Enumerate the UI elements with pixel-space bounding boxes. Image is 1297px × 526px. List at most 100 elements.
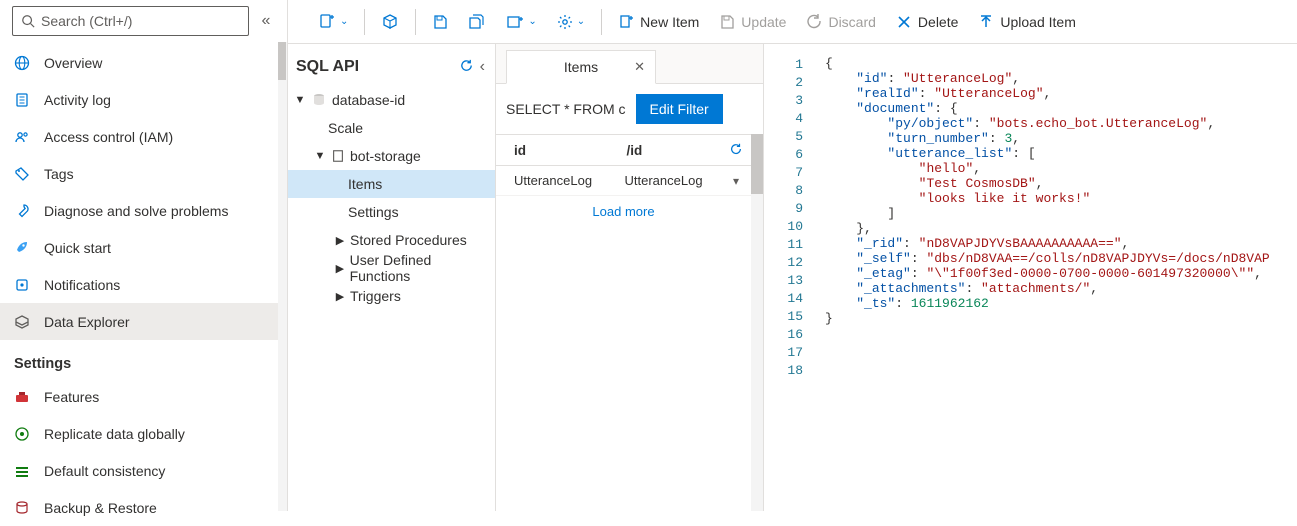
tree-db-label: database-id (332, 92, 405, 108)
save-all-button[interactable] (458, 3, 496, 41)
items-scrollbar[interactable] (751, 134, 763, 511)
tree-triggers[interactable]: ▶Triggers (288, 282, 495, 310)
new-dropdown-button[interactable]: ⌄ (308, 3, 358, 41)
tab-label: Items (564, 59, 598, 75)
column-header-id[interactable]: id (496, 143, 609, 158)
sidebar-item-label: Overview (44, 55, 102, 71)
save-icon (432, 14, 448, 30)
tree-collapse-button[interactable]: ‹ (478, 58, 487, 76)
tab-bar: Items ✕ (496, 44, 763, 84)
globe-icon (14, 55, 36, 71)
toolbar: ⌄ ⌄ ⌄ New Item Update (288, 0, 1297, 44)
tree-sproc-label: Stored Procedures (350, 232, 467, 248)
sidebar-item-diagnose[interactable]: Diagnose and solve problems (0, 192, 287, 229)
sidebar-item-label: Access control (IAM) (44, 129, 173, 145)
wrench-icon (14, 203, 36, 219)
sidebar-item-tags[interactable]: Tags (0, 155, 287, 192)
sidebar-item-overview[interactable]: Overview (0, 44, 287, 81)
sidebar-item-consistency[interactable]: Default consistency (0, 452, 287, 489)
sidebar-item-label: Notifications (44, 277, 120, 293)
rocket-icon (14, 240, 36, 256)
tree-udf-label: User Defined Functions (350, 252, 491, 284)
sidebar-item-label: Activity log (44, 92, 111, 108)
items-row[interactable]: UtteranceLog UtteranceLog ▾ (496, 166, 751, 196)
tree-items[interactable]: Items (288, 170, 495, 198)
tab-items[interactable]: Items ✕ (506, 50, 656, 84)
discard-button: Discard (796, 3, 885, 41)
sidebar-item-replicate[interactable]: Replicate data globally (0, 415, 287, 452)
notifications-icon (14, 277, 36, 293)
save-all-icon (468, 14, 486, 30)
chevron-right-icon: ▶ (334, 234, 346, 247)
items-refresh-button[interactable] (721, 142, 751, 159)
tree-refresh-button[interactable] (455, 58, 478, 76)
refresh-icon (459, 58, 474, 73)
filter-query-text: SELECT * FROM c (506, 101, 626, 117)
cube-icon (381, 13, 399, 31)
new-item-icon (618, 14, 634, 30)
replicate-icon (14, 426, 36, 442)
search-input[interactable]: Search (Ctrl+/) (12, 6, 249, 36)
new-item-button[interactable]: New Item (608, 3, 709, 41)
tree-scale[interactable]: Scale (288, 114, 495, 142)
refresh-icon (729, 142, 743, 156)
settings-header: Settings (0, 340, 287, 378)
row-partition-cell: UtteranceLog (607, 173, 718, 188)
load-more-button[interactable]: Load more (496, 196, 751, 227)
sidebar-item-label: Replicate data globally (44, 426, 185, 442)
update-label: Update (741, 14, 786, 30)
log-icon (14, 92, 36, 108)
tab-close-button[interactable]: ✕ (634, 59, 645, 75)
backup-icon (14, 500, 36, 516)
discard-label: Discard (828, 14, 875, 30)
delete-button[interactable]: Delete (886, 3, 968, 41)
sidebar-item-label: Default consistency (44, 463, 165, 479)
tree-udf[interactable]: ▶ User Defined Functions (288, 254, 495, 282)
sidebar-item-quickstart[interactable]: Quick start (0, 229, 287, 266)
items-panel: Items ✕ SELECT * FROM c Edit Filter id /… (496, 44, 764, 511)
document-editor[interactable]: 123456789 101112131415161718 { "id": "Ut… (764, 44, 1297, 511)
open-dropdown-button[interactable]: ⌄ (496, 3, 546, 41)
save-button[interactable] (422, 3, 458, 41)
edit-filter-button[interactable]: Edit Filter (636, 94, 723, 124)
search-icon (21, 14, 35, 28)
settings-dropdown-button[interactable]: ⌄ (547, 3, 595, 41)
data-explorer-icon (14, 314, 36, 330)
tree-scale-label: Scale (328, 120, 363, 136)
sidebar-item-access-control[interactable]: Access control (IAM) (0, 118, 287, 155)
upload-icon (978, 14, 994, 30)
row-id-cell: UtteranceLog (496, 173, 607, 188)
sidebar-item-label: Diagnose and solve problems (44, 203, 228, 219)
tree-settings[interactable]: Settings (288, 198, 495, 226)
tree-database[interactable]: ▼ database-id (288, 86, 495, 114)
column-header-partition[interactable]: /id (609, 143, 722, 158)
tree-panel: SQL API ‹ ▼ database-id Scale ▼ bot-stor… (288, 44, 496, 511)
chevron-right-icon: ▶ (334, 290, 346, 303)
chevron-right-icon: ▶ (334, 262, 346, 275)
tree-container[interactable]: ▼ bot-storage (288, 142, 495, 170)
sidebar-item-activity-log[interactable]: Activity log (0, 81, 287, 118)
collapse-sidebar-button[interactable]: « (249, 12, 277, 30)
tree-sproc[interactable]: ▶ Stored Procedures (288, 226, 495, 254)
upload-item-button[interactable]: Upload Item (968, 3, 1085, 41)
sidebar-nav: Overview Activity log Access control (IA… (0, 40, 287, 526)
features-icon (14, 389, 36, 405)
sidebar-item-label: Features (44, 389, 99, 405)
delete-label: Delete (918, 14, 958, 30)
tree-settings-label: Settings (348, 204, 399, 220)
tree-items-label: Items (348, 176, 382, 192)
sidebar-item-data-explorer[interactable]: Data Explorer (0, 303, 287, 340)
sidebar-scrollbar[interactable] (278, 42, 287, 511)
json-code[interactable]: { "id": "UtteranceLog", "realId": "Utter… (819, 44, 1297, 511)
tree-container-label: bot-storage (350, 148, 421, 164)
container-button[interactable] (371, 3, 409, 41)
database-icon (311, 92, 327, 108)
discard-icon (806, 14, 822, 30)
main-area: ⌄ ⌄ ⌄ New Item Update (288, 0, 1297, 511)
row-expand-button[interactable]: ▾ (721, 174, 751, 188)
sidebar-item-features[interactable]: Features (0, 378, 287, 415)
sidebar-item-notifications[interactable]: Notifications (0, 266, 287, 303)
upload-label: Upload Item (1000, 14, 1075, 30)
sidebar-item-backup[interactable]: Backup & Restore (0, 489, 287, 526)
content-area: SQL API ‹ ▼ database-id Scale ▼ bot-stor… (288, 44, 1297, 511)
